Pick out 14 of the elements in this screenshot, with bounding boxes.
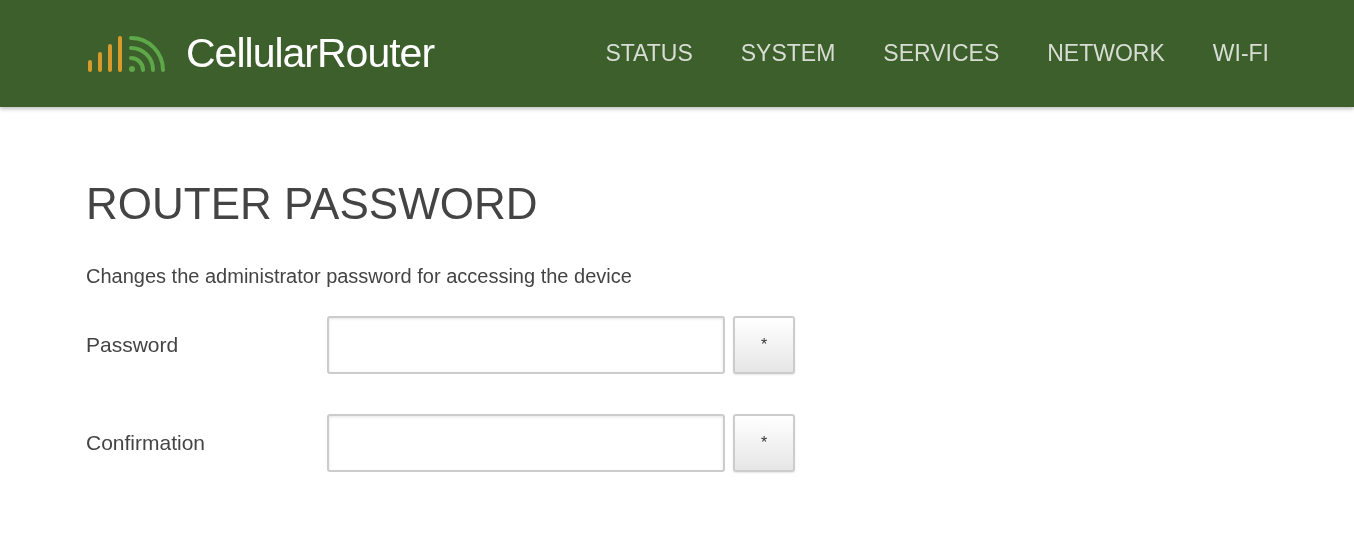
reveal-button[interactable]: * (733, 414, 795, 472)
brand-name: CellularRouter (186, 30, 435, 77)
nav-link[interactable]: SYSTEM (740, 40, 836, 67)
page-description: Changes the administrator password for accessing the device (86, 265, 633, 288)
field-label: Password (86, 333, 180, 357)
password-field[interactable] (327, 316, 725, 374)
nav-link[interactable]: NETWORK (1047, 40, 1165, 67)
page-title: ROUTER PASSWORD (86, 179, 539, 229)
nav-link[interactable]: STATUS (605, 40, 693, 67)
field-label: Confirmation (86, 431, 207, 455)
reveal-button[interactable]: * (733, 316, 795, 374)
nav-link[interactable]: SERVICES (883, 40, 1000, 67)
nav-link[interactable]: WI-FI (1212, 40, 1269, 67)
password-field[interactable] (327, 414, 725, 472)
